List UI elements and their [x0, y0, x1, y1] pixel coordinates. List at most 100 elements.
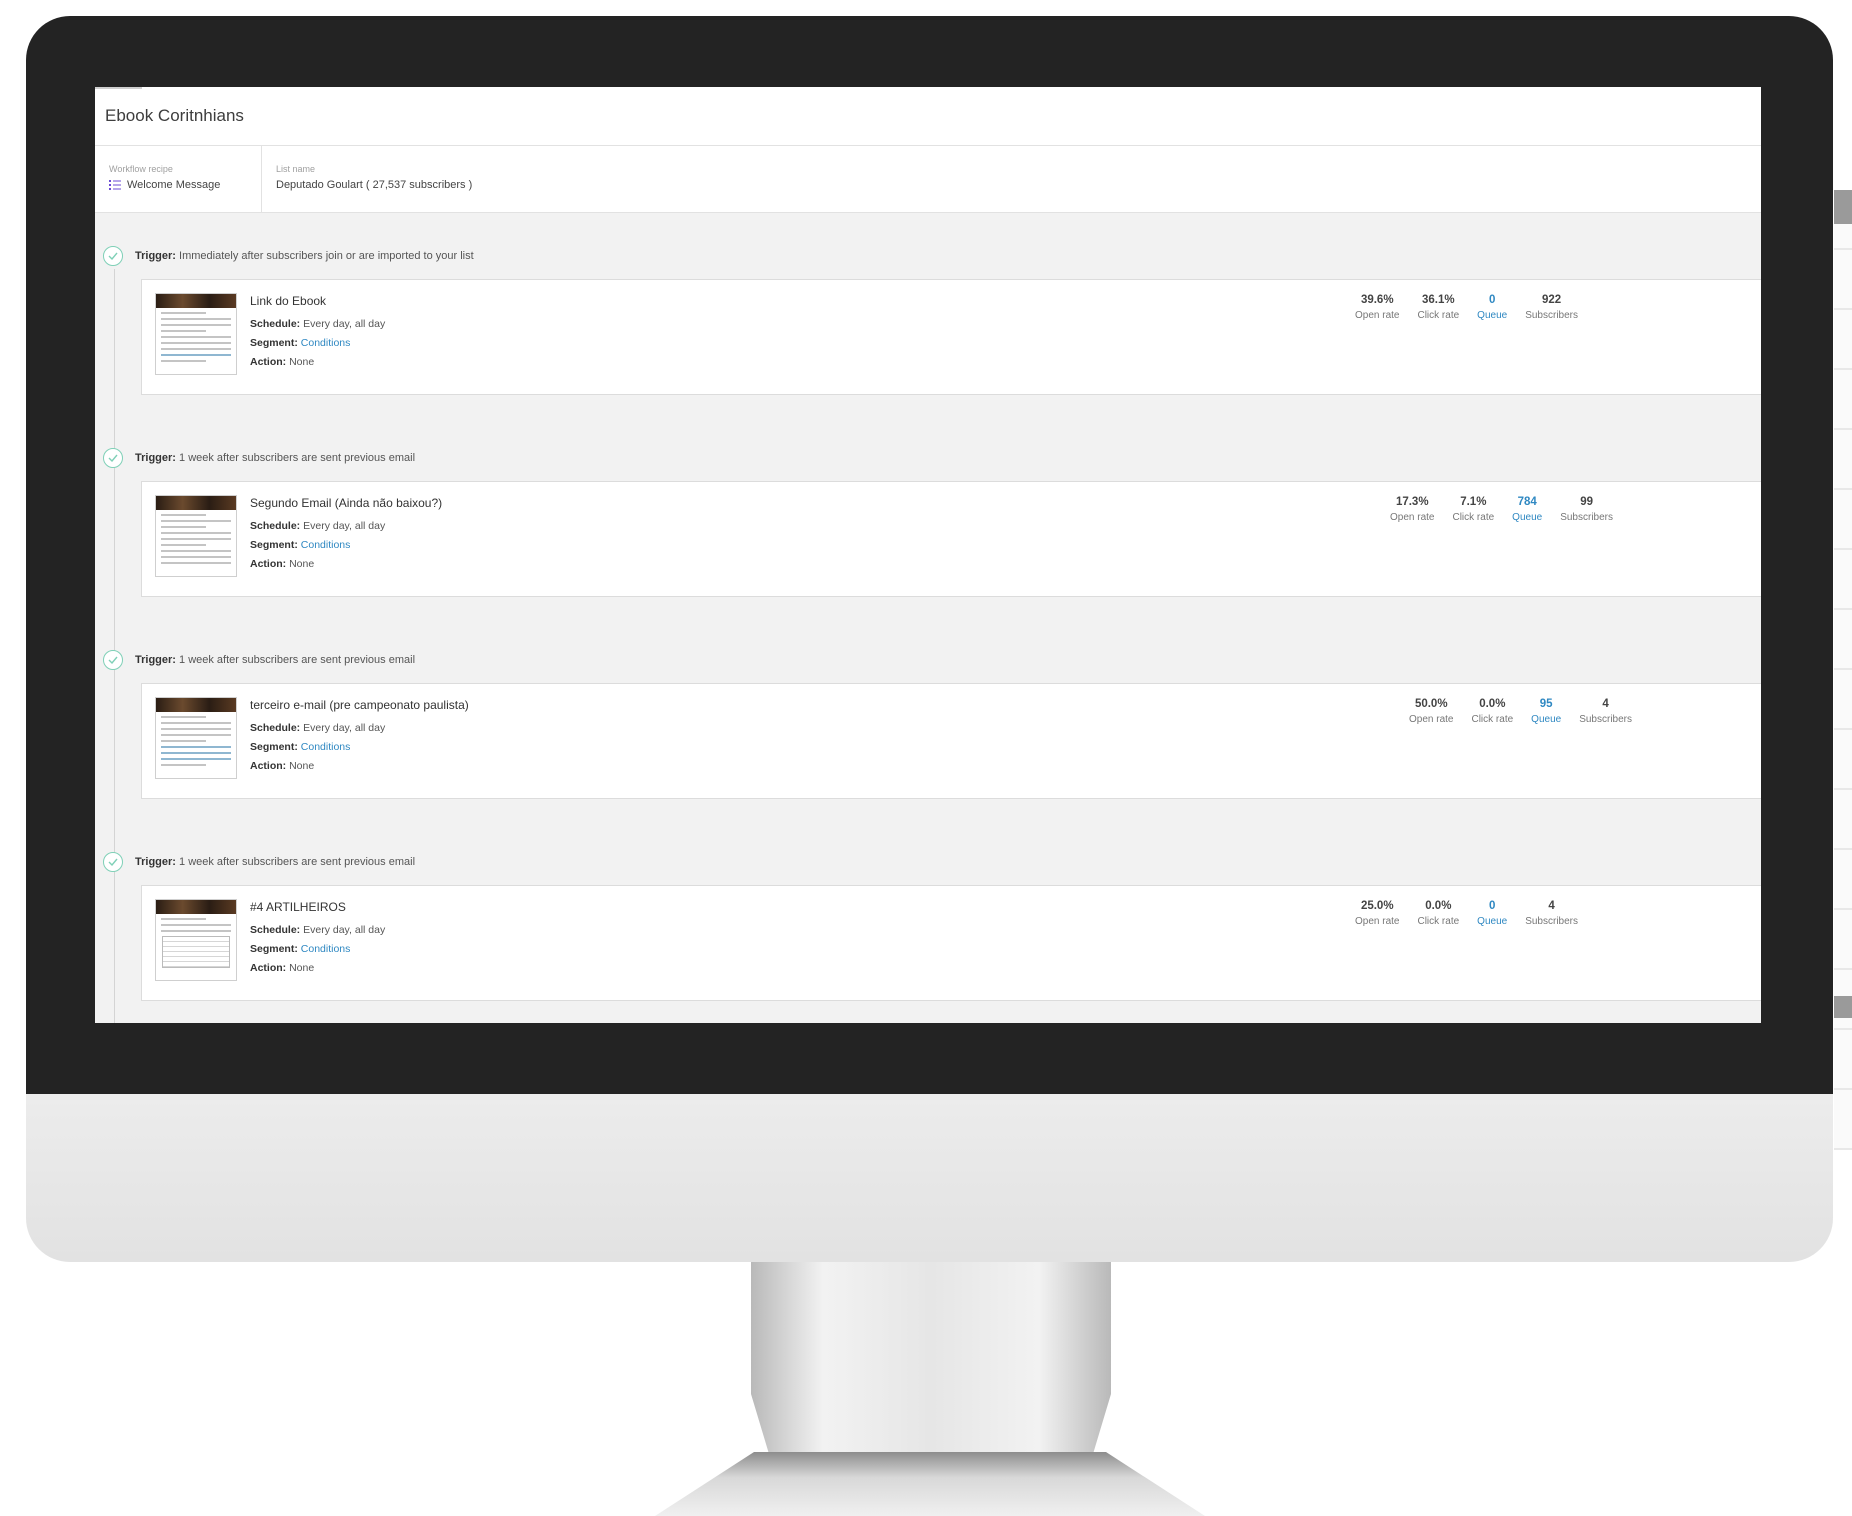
- page-title: Ebook Coritnhians: [105, 106, 244, 125]
- background-bar: [1834, 190, 1852, 224]
- open-rate-label: Open rate: [1409, 714, 1454, 725]
- queue-stat[interactable]: 784 Queue: [1512, 496, 1542, 523]
- open-rate-value: 17.3%: [1395, 496, 1429, 508]
- queue-stat[interactable]: 95 Queue: [1531, 698, 1561, 725]
- schedule-row: Schedule: Every day, all day: [250, 924, 385, 936]
- queue-label[interactable]: Queue: [1477, 310, 1507, 321]
- queue-stat[interactable]: 0 Queue: [1477, 900, 1507, 927]
- click-rate-value: 7.1%: [1460, 496, 1487, 508]
- trigger-label: Trigger:: [135, 452, 176, 464]
- queue-label[interactable]: Queue: [1512, 512, 1542, 523]
- trigger-text: Trigger: 1 week after subscribers are se…: [135, 856, 415, 868]
- workflow-steps: Trigger: Immediately after subscribers j…: [95, 213, 1761, 1023]
- check-circle-icon: [103, 448, 123, 468]
- queue-label[interactable]: Queue: [1477, 916, 1507, 927]
- workflow-step: Trigger: 1 week after subscribers are se…: [95, 647, 1761, 849]
- trigger-label: Trigger:: [135, 856, 176, 868]
- subscribers-label: Subscribers: [1525, 916, 1579, 927]
- open-rate-value: 39.6%: [1360, 294, 1394, 306]
- action-label: Action:: [250, 962, 287, 974]
- open-rate-stat: 39.6% Open rate: [1355, 294, 1399, 321]
- queue-stat[interactable]: 0 Queue: [1477, 294, 1507, 321]
- segment-row: Segment: Conditions: [250, 741, 469, 753]
- schedule-label: Schedule:: [250, 722, 301, 734]
- email-name[interactable]: #4 ARTILHEIROS: [250, 900, 385, 914]
- background-bar: [1834, 996, 1852, 1018]
- segment-conditions-link[interactable]: Conditions: [301, 741, 351, 753]
- action-row: Action: None: [250, 558, 442, 570]
- trigger-row: Trigger: 1 week after subscribers are se…: [95, 647, 1761, 673]
- subscribers-value: 922: [1542, 294, 1562, 306]
- schedule-row: Schedule: Every day, all day: [250, 722, 469, 734]
- click-rate-label: Click rate: [1417, 916, 1460, 927]
- email-card[interactable]: Segundo Email (Ainda não baixou?) Schedu…: [141, 481, 1761, 597]
- app-screen: Ebook Coritnhians Workflow recipe Welcom…: [95, 87, 1761, 1023]
- header-tab-indicator: [95, 87, 142, 89]
- trigger-description[interactable]: 1 week after subscribers are sent previo…: [179, 452, 415, 464]
- schedule-label: Schedule:: [250, 318, 301, 330]
- email-card[interactable]: #4 ARTILHEIROS Schedule: Every day, all …: [141, 885, 1761, 1001]
- schedule-value: Every day, all day: [303, 520, 386, 532]
- segment-row: Segment: Conditions: [250, 943, 385, 955]
- schedule-value: Every day, all day: [303, 722, 386, 734]
- email-info: terceiro e-mail (pre campeonato paulista…: [250, 698, 469, 779]
- subscribers-label: Subscribers: [1560, 512, 1614, 523]
- segment-row: Segment: Conditions: [250, 337, 385, 349]
- queue-value[interactable]: 0: [1477, 294, 1507, 306]
- schedule-row: Schedule: Every day, all day: [250, 520, 442, 532]
- click-rate-label: Click rate: [1417, 310, 1460, 321]
- email-info: Link do Ebook Schedule: Every day, all d…: [250, 294, 385, 375]
- email-card[interactable]: Link do Ebook Schedule: Every day, all d…: [141, 279, 1761, 395]
- email-card[interactable]: terceiro e-mail (pre campeonato paulista…: [141, 683, 1761, 799]
- schedule-label: Schedule:: [250, 924, 301, 936]
- trigger-row: Trigger: 1 week after subscribers are se…: [95, 849, 1761, 875]
- action-value: None: [289, 760, 315, 772]
- schedule-row: Schedule: Every day, all day: [250, 318, 385, 330]
- list-name: List name Deputado Goulart ( 27,537 subs…: [262, 146, 488, 212]
- check-circle-icon: [103, 852, 123, 872]
- trigger-description[interactable]: 1 week after subscribers are sent previo…: [179, 654, 415, 666]
- email-name[interactable]: Segundo Email (Ainda não baixou?): [250, 496, 442, 510]
- queue-value[interactable]: 784: [1512, 496, 1542, 508]
- queue-value[interactable]: 95: [1531, 698, 1561, 710]
- trigger-description[interactable]: Immediately after subscribers join or ar…: [179, 250, 474, 262]
- check-circle-icon: [103, 246, 123, 266]
- action-value: None: [289, 356, 315, 368]
- workflow-recipe: Workflow recipe Welcome Message: [95, 146, 262, 212]
- subscribers-stat: 4 Subscribers: [1579, 698, 1632, 725]
- email-thumbnail[interactable]: [155, 495, 237, 577]
- email-thumbnail[interactable]: [155, 697, 237, 779]
- subscribers-stat: 922 Subscribers: [1525, 294, 1578, 321]
- email-stats: 39.6% Open rate 36.1% Click rate 0 Queue 92…: [1355, 294, 1596, 321]
- email-name[interactable]: Link do Ebook: [250, 294, 385, 308]
- trigger-row: Trigger: 1 week after subscribers are se…: [95, 445, 1761, 471]
- click-rate-label: Click rate: [1452, 512, 1495, 523]
- open-rate-stat: 25.0% Open rate: [1355, 900, 1399, 927]
- email-thumbnail[interactable]: [155, 293, 237, 375]
- segment-row: Segment: Conditions: [250, 539, 442, 551]
- email-stats: 50.0% Open rate 0.0% Click rate 95 Queue 4 S…: [1409, 698, 1650, 725]
- open-rate-label: Open rate: [1355, 916, 1400, 927]
- monitor-base: [655, 1452, 1205, 1516]
- click-rate-stat: 7.1% Click rate: [1452, 496, 1494, 523]
- check-circle-icon: [103, 650, 123, 670]
- email-info: Segundo Email (Ainda não baixou?) Schedu…: [250, 496, 442, 577]
- segment-conditions-link[interactable]: Conditions: [301, 943, 351, 955]
- segment-conditions-link[interactable]: Conditions: [301, 539, 351, 551]
- segment-conditions-link[interactable]: Conditions: [301, 337, 351, 349]
- trigger-label: Trigger:: [135, 250, 176, 262]
- queue-label[interactable]: Queue: [1531, 714, 1561, 725]
- action-label: Action:: [250, 558, 287, 570]
- email-thumbnail[interactable]: [155, 899, 237, 981]
- workflow-info-bar: Workflow recipe Welcome Message List nam…: [95, 146, 1761, 213]
- workflow-recipe-value[interactable]: Welcome Message: [127, 179, 220, 191]
- workflow-step: Trigger: Immediately after subscribers j…: [95, 243, 1761, 445]
- trigger-description[interactable]: 1 week after subscribers are sent previo…: [179, 856, 415, 868]
- segment-label: Segment:: [250, 337, 298, 349]
- subscribers-value: 4: [1548, 900, 1555, 912]
- workflow-recipe-label: Workflow recipe: [109, 164, 173, 174]
- list-name-value: Deputado Goulart ( 27,537 subscribers ): [276, 179, 473, 191]
- queue-value[interactable]: 0: [1477, 900, 1507, 912]
- email-name[interactable]: terceiro e-mail (pre campeonato paulista…: [250, 698, 469, 712]
- trigger-label: Trigger:: [135, 654, 176, 666]
